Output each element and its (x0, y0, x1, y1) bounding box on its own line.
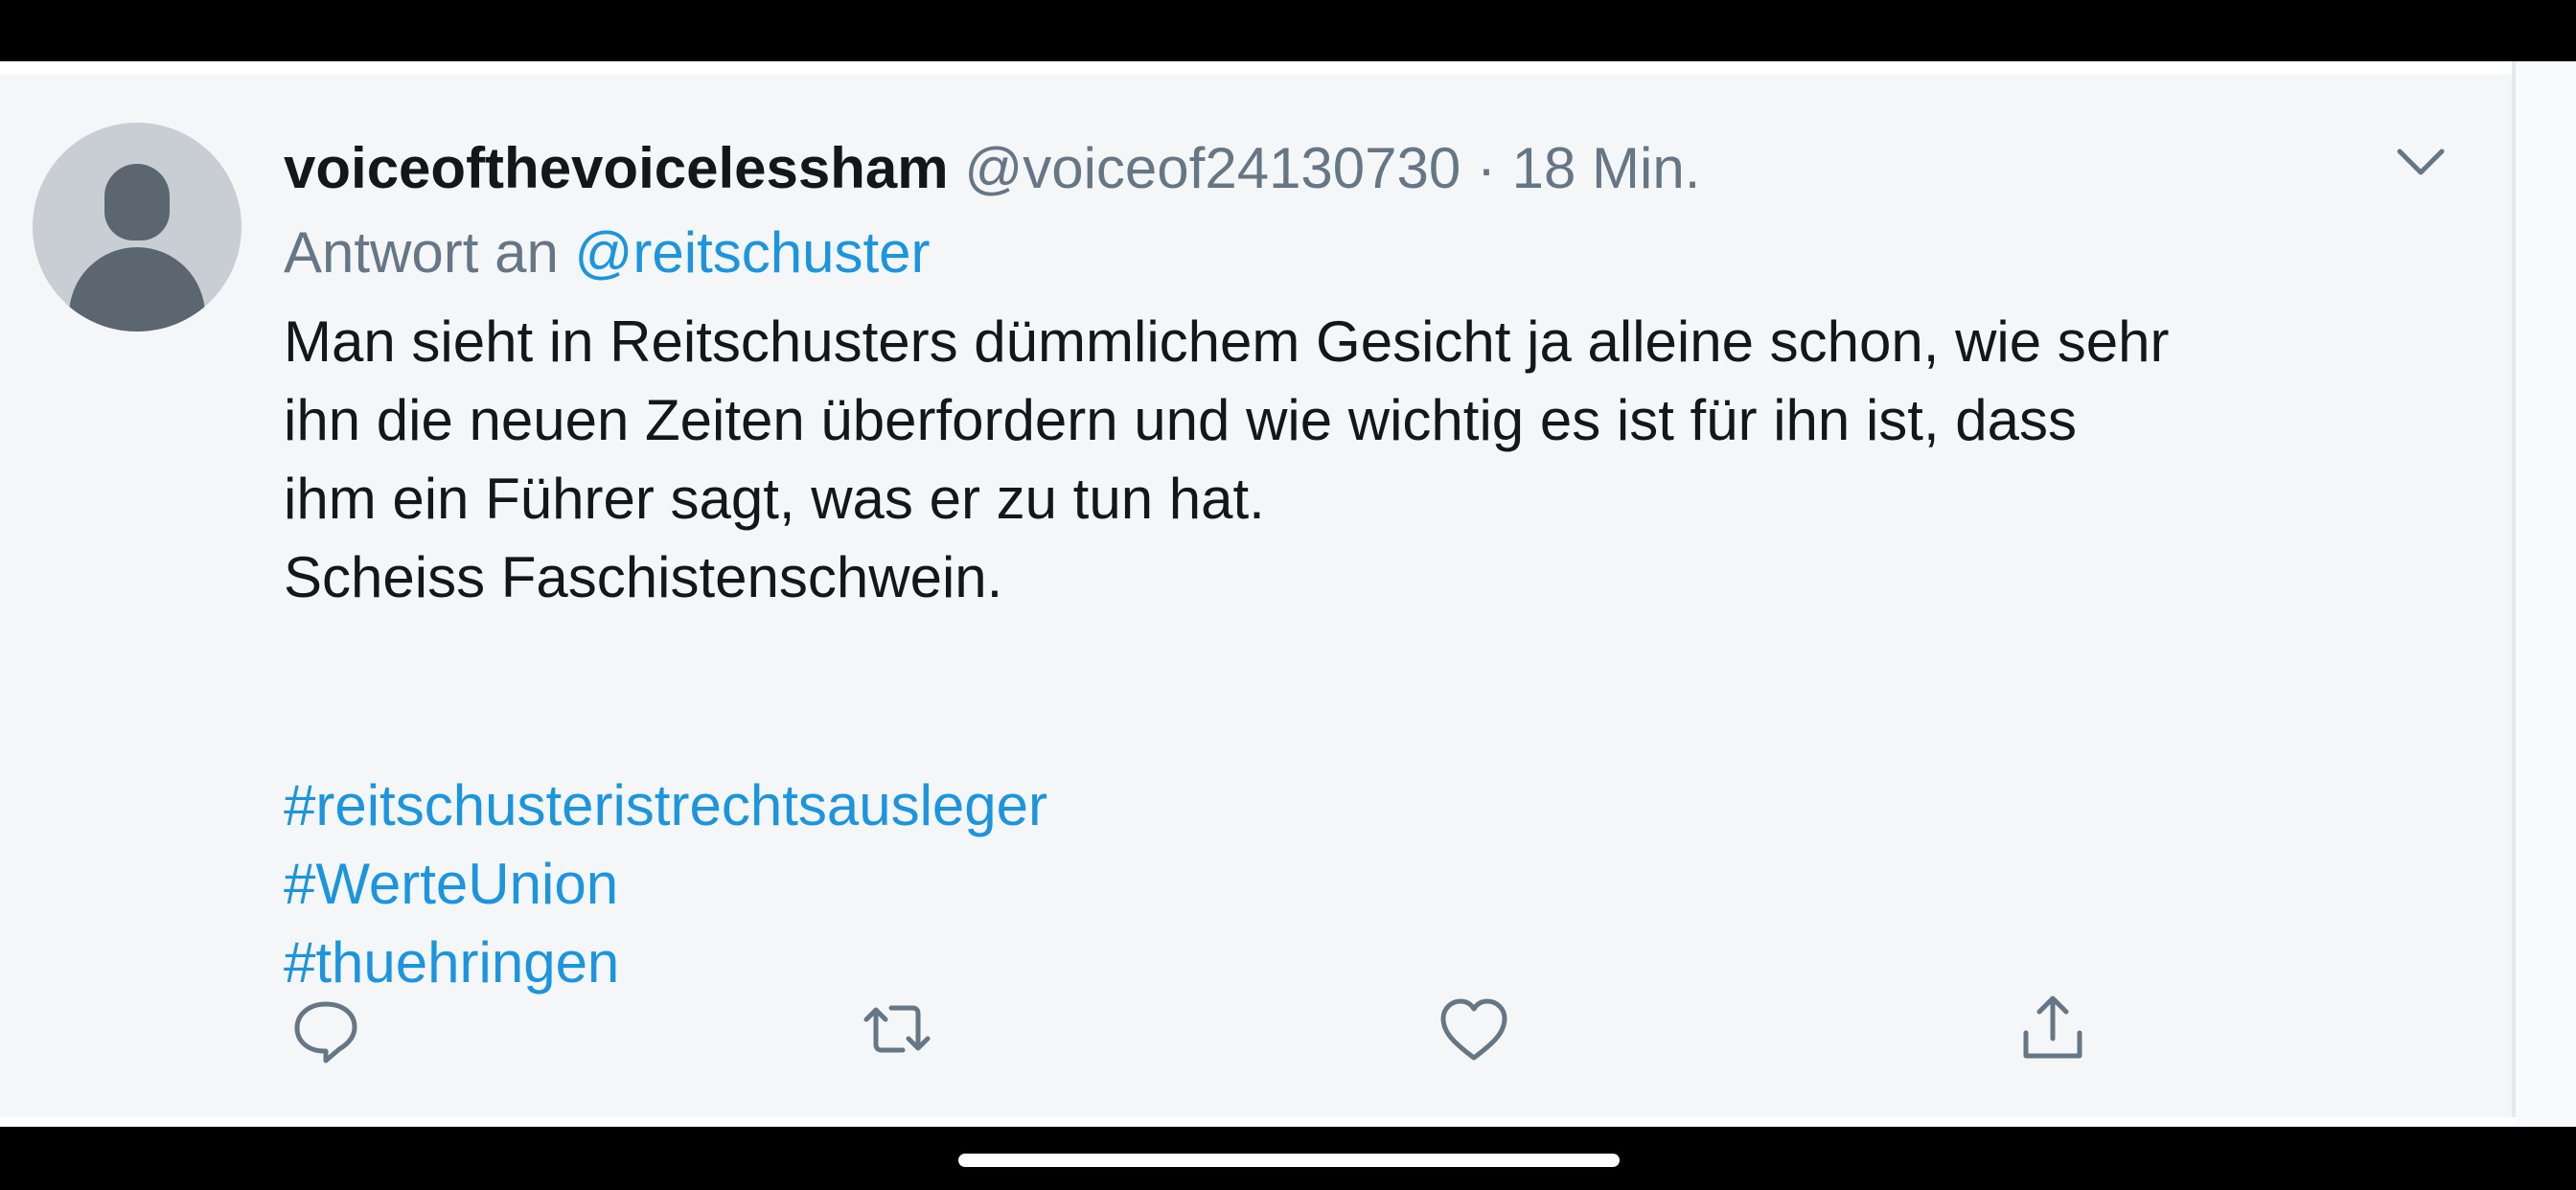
card-bottom-divider (0, 1117, 2516, 1127)
tweet-text: Man sieht in Reitschusters dümmlichem Ge… (284, 303, 2450, 617)
tweet-header: voiceofthevoicelessham @voiceof24130730 … (284, 132, 1700, 205)
handle[interactable]: @voiceof24130730 (964, 136, 1460, 200)
chevron-down-icon[interactable] (2390, 138, 2451, 186)
card-right-edge (2512, 61, 2576, 1127)
hashtag-list: #reitschusteristrechtsausleger #WerteUni… (284, 767, 1047, 1002)
avatar[interactable] (33, 123, 242, 332)
card-top-divider (0, 61, 2516, 75)
tweet-text-line: Man sieht in Reitschusters dümmlichem Ge… (284, 309, 2170, 374)
retweet-button[interactable] (859, 991, 935, 1067)
like-button[interactable] (1436, 991, 1512, 1067)
retweet-icon (863, 1005, 931, 1053)
reply-button[interactable] (288, 991, 364, 1067)
share-button[interactable] (2014, 991, 2091, 1067)
display-name[interactable]: voiceofthevoicelessham (284, 136, 949, 200)
home-indicator[interactable] (958, 1154, 1620, 1167)
separator: · (1476, 136, 1496, 200)
timestamp[interactable]: 18 Min. (1512, 136, 1701, 200)
reply-icon (294, 1001, 357, 1064)
reply-prefix: Antwort an (284, 220, 559, 285)
tweet-text-line: ihm ein Führer sagt, was er zu tun hat. (284, 467, 1265, 531)
like-icon (1440, 998, 1507, 1061)
tweet-text-line: ihn die neuen Zeiten überfordern und wie… (284, 388, 2078, 452)
tweet-text-line: Scheiss Faschistenschwein. (284, 545, 1003, 609)
hashtag-link[interactable]: #WerteUnion (284, 845, 1047, 924)
reply-mention-link[interactable]: @reitschuster (575, 220, 931, 285)
reply-context: Antwort an @reitschuster (284, 217, 931, 289)
top-black-bar (0, 0, 2576, 61)
share-icon (2023, 995, 2082, 1059)
hashtag-link[interactable]: #reitschusteristrechtsausleger (284, 767, 1047, 845)
avatar-body-shape (69, 247, 205, 332)
screen: voiceofthevoicelessham @voiceof24130730 … (0, 0, 2576, 1190)
avatar-head-shape (104, 164, 170, 240)
tweet-card[interactable]: voiceofthevoicelessham @voiceof24130730 … (0, 61, 2576, 1127)
